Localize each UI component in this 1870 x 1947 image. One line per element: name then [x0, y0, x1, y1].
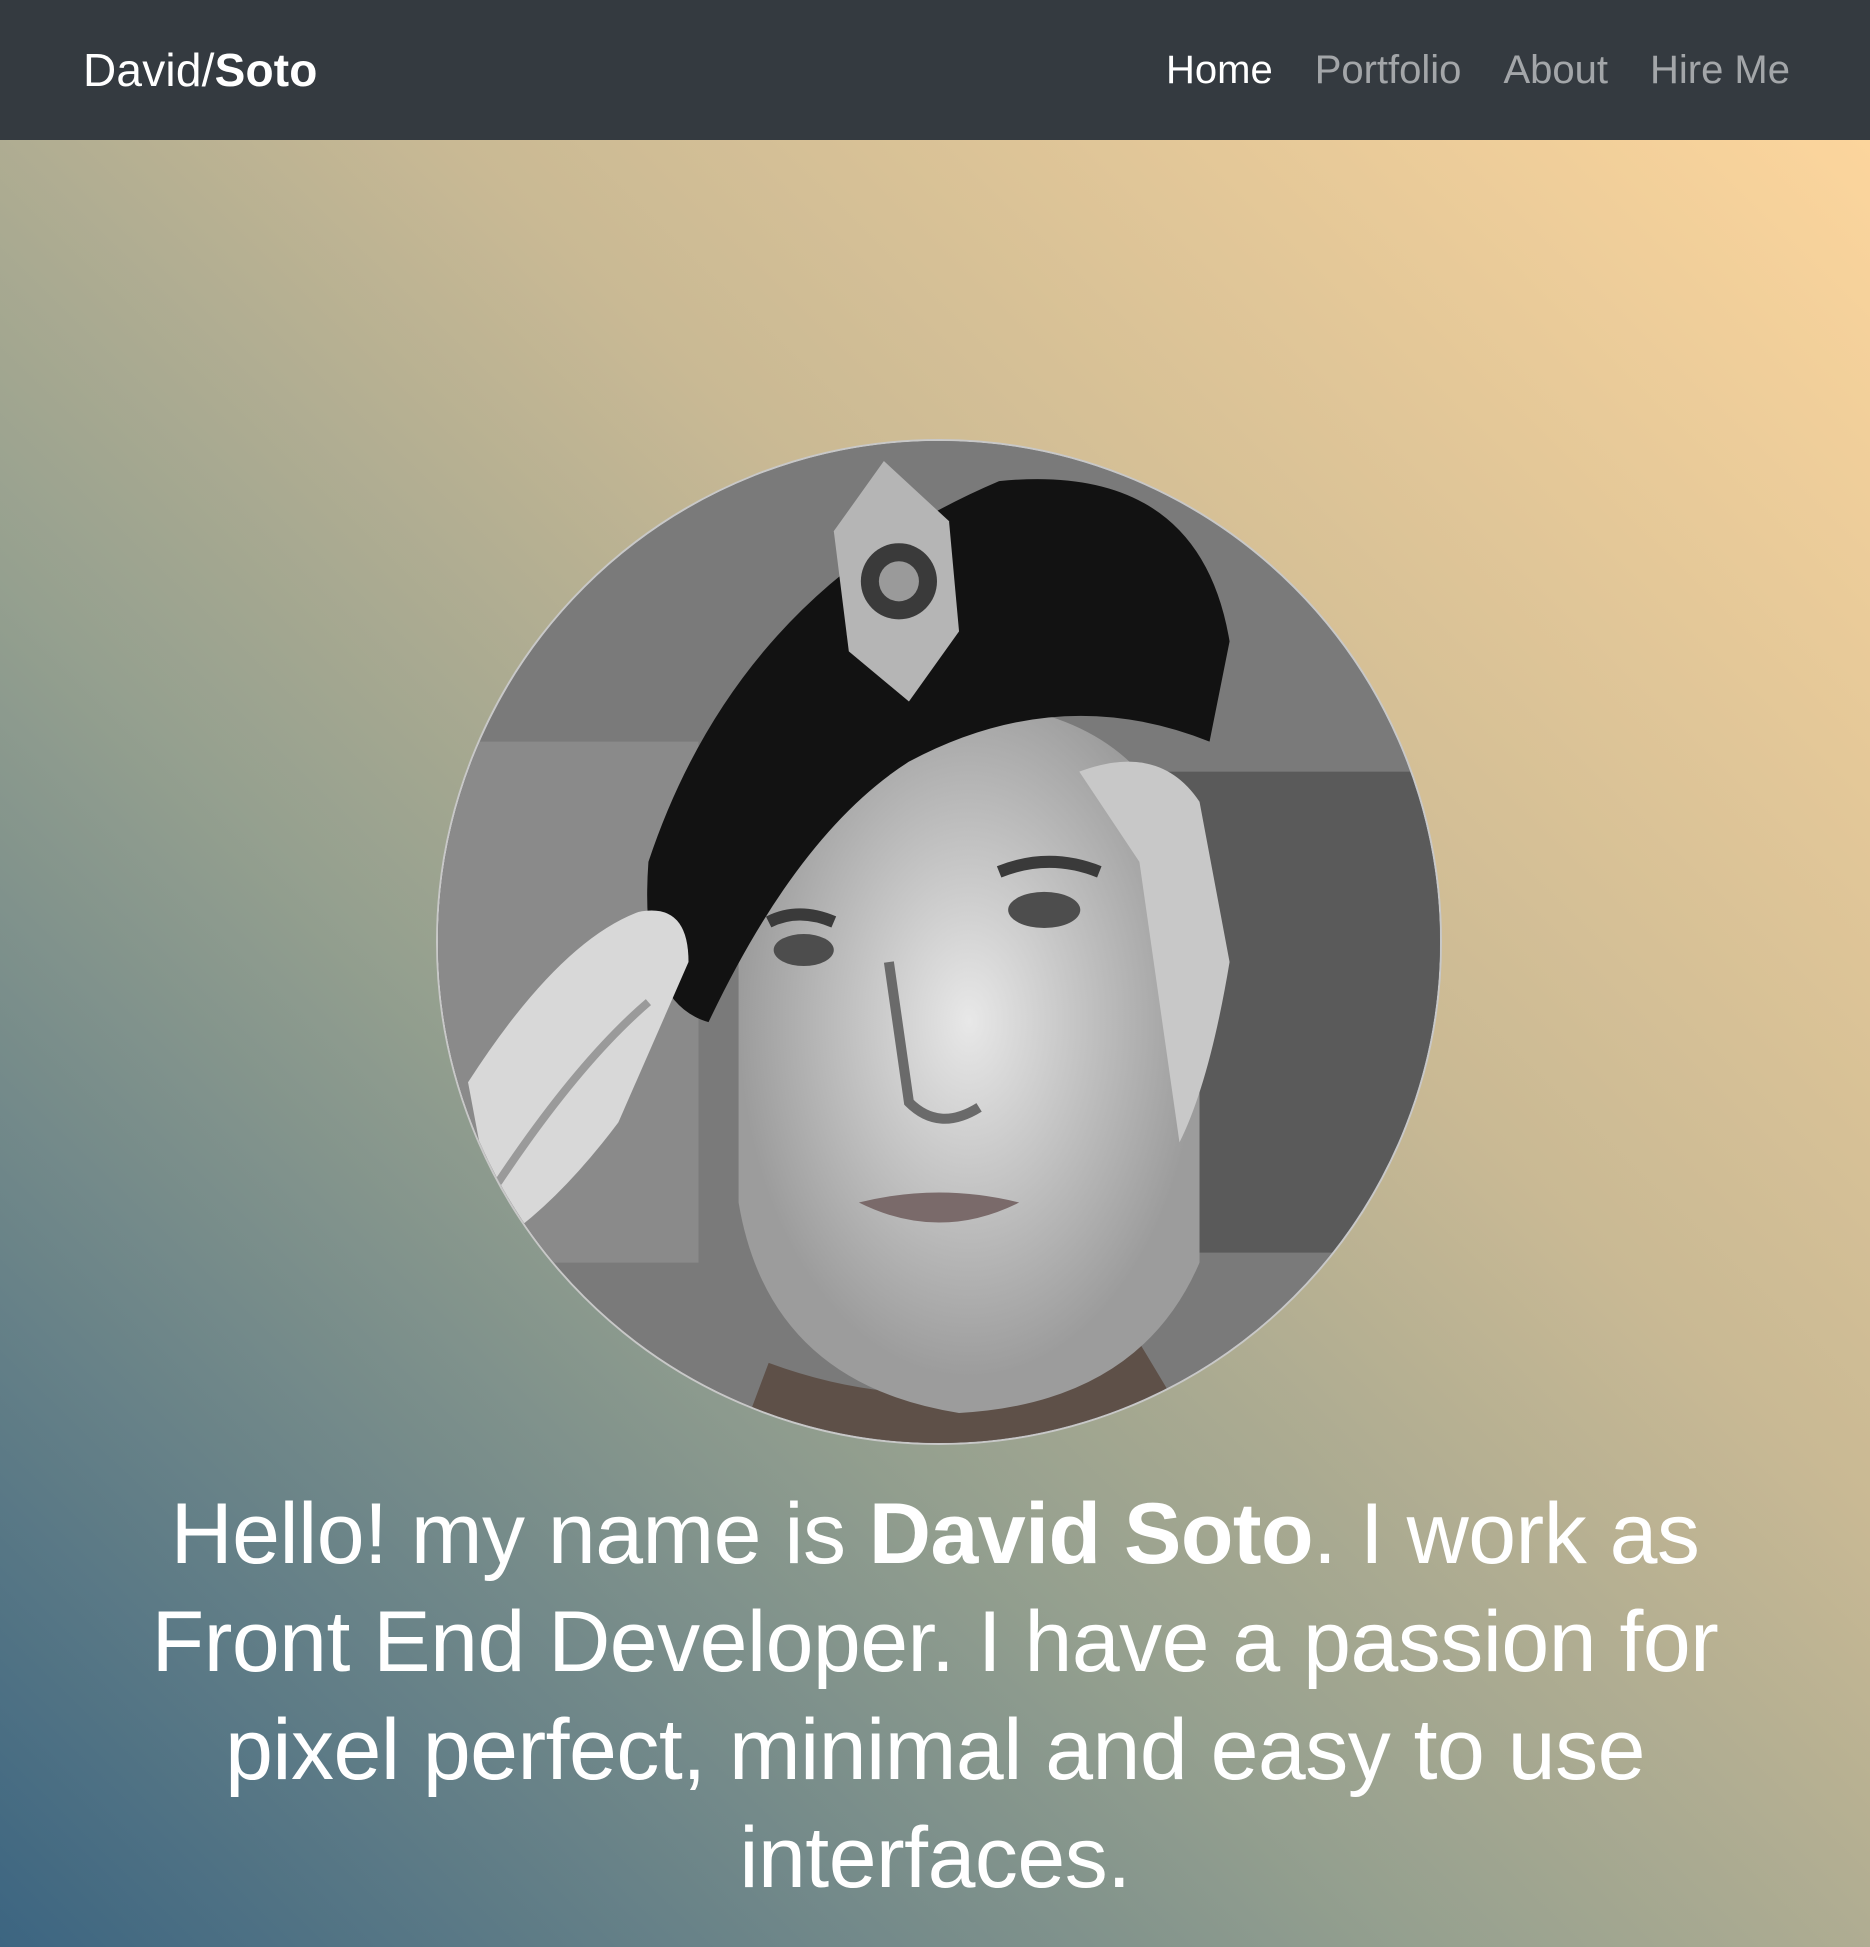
brand-second: Soto	[214, 44, 318, 96]
nav-link-hire-me[interactable]: Hire Me	[1650, 48, 1790, 93]
brand-logo[interactable]: David/Soto	[83, 43, 318, 97]
intro-text: Hello! my name is David Soto. I work as …	[90, 1480, 1780, 1912]
nav-link-about[interactable]: About	[1503, 48, 1608, 93]
nav-link-portfolio[interactable]: Portfolio	[1315, 48, 1462, 93]
nav-link-home[interactable]: Home	[1166, 48, 1273, 93]
navbar: David/Soto Home Portfolio About Hire Me	[0, 0, 1870, 140]
nav-menu: Home Portfolio About Hire Me	[1124, 48, 1790, 93]
profile-avatar	[436, 439, 1442, 1445]
brand-first: David/	[83, 44, 215, 96]
intro-name: David Soto	[868, 1486, 1314, 1582]
intro-before: Hello! my name is	[170, 1486, 869, 1582]
profile-photo-icon	[438, 441, 1440, 1443]
hero-section: Hello! my name is David Soto. I work as …	[0, 140, 1870, 1947]
